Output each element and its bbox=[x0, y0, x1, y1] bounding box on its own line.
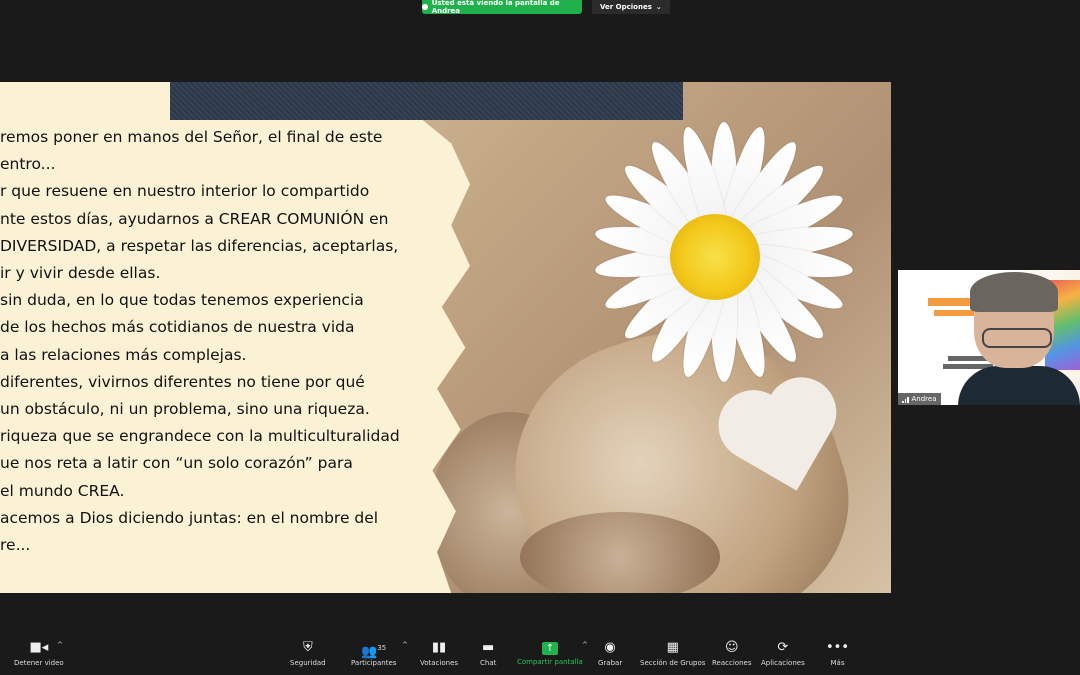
slide-top-bar bbox=[170, 82, 683, 120]
slide-line: sin duda, en lo que todas tenemos experi… bbox=[0, 291, 364, 310]
polls-button[interactable]: ▮▮ Votaciones bbox=[420, 633, 458, 675]
more-dots-icon: ••• bbox=[826, 640, 850, 655]
chevron-down-icon: ⌄ bbox=[655, 3, 662, 11]
video-camera-icon: ■◂ bbox=[29, 640, 49, 655]
slide-line: el mundo CREA. bbox=[0, 481, 125, 500]
share-arrow-icon: ↑ bbox=[541, 642, 558, 655]
slide-line: diferentes, vivirnos diferentes no tiene… bbox=[0, 372, 365, 391]
participant-video-thumbnail[interactable]: Andrea bbox=[898, 270, 1080, 405]
slide-line: ir y vivir desde ellas. bbox=[0, 264, 161, 283]
share-options-chevron-icon[interactable]: ^ bbox=[582, 641, 588, 649]
participant-name-tag: Andrea bbox=[898, 393, 941, 405]
slide-line: a las relaciones más complejas. bbox=[0, 345, 247, 364]
slide-line: ue nos reta a latir con “un solo corazón… bbox=[0, 454, 353, 473]
participant-glasses bbox=[982, 328, 1052, 348]
view-options-button[interactable]: Ver Opciones ⌄ bbox=[592, 0, 670, 14]
more-button[interactable]: ••• Más bbox=[826, 633, 849, 675]
slide-line: de los hechos más cotidianos de nuestra … bbox=[0, 318, 355, 337]
slide-text: remos poner en manos del Señor, el final… bbox=[0, 124, 427, 559]
thumb-slide-subtitle bbox=[934, 310, 974, 316]
participant-name: Andrea bbox=[911, 395, 937, 403]
daisy-center bbox=[670, 214, 760, 300]
daisy-flower-image bbox=[575, 122, 865, 392]
grid-icon: ▦ bbox=[666, 640, 679, 655]
view-options-label: Ver Opciones bbox=[600, 3, 652, 11]
slide-line: entro... bbox=[0, 155, 56, 174]
bar-chart-icon: ▮▮ bbox=[431, 640, 447, 655]
reactions-button[interactable]: ☺ Reacciones bbox=[712, 633, 751, 675]
smiley-icon: ☺ bbox=[724, 640, 739, 655]
participant-body bbox=[958, 366, 1080, 405]
shared-slide: remos poner en manos del Señor, el final… bbox=[0, 82, 891, 593]
share-screen-button[interactable]: ↑ Compartir pantalla bbox=[517, 633, 583, 675]
slide-line: nte estos días, ayudarnos a CREAR COMUNI… bbox=[0, 209, 389, 228]
meeting-toolbar: ■◂ Detener video ^ ⛨ Seguridad 👥35 Parti… bbox=[0, 633, 1080, 675]
participants-options-chevron-icon[interactable]: ^ bbox=[402, 641, 408, 649]
participants-button[interactable]: 👥35 Participantes bbox=[351, 633, 396, 675]
participants-count: 35 bbox=[377, 644, 387, 652]
slide-line: DIVERSIDAD, a respetar las diferencias, … bbox=[0, 236, 399, 255]
slide-line: acemos a Dios diciendo juntas: en el nom… bbox=[0, 508, 379, 527]
shield-icon: ⛨ bbox=[302, 640, 313, 655]
signal-bars-icon bbox=[902, 396, 909, 403]
breakout-rooms-button[interactable]: ▦ Sección de Grupos bbox=[640, 633, 705, 675]
video-options-chevron-icon[interactable]: ^ bbox=[57, 641, 63, 649]
slide-line: un obstáculo, ni un problema, sino una r… bbox=[0, 400, 370, 419]
slide-line: re... bbox=[0, 536, 31, 555]
screen-share-banner: Usted está viendo la pantalla de Andrea bbox=[422, 0, 582, 15]
banner-text: Usted está viendo la pantalla de Andrea bbox=[431, 0, 560, 15]
record-button[interactable]: ◉ Grabar bbox=[598, 633, 622, 675]
slide-line: riqueza que se engrandece con la multicu… bbox=[0, 427, 400, 446]
wood-heart-decoration bbox=[520, 512, 720, 593]
apps-button[interactable]: ⟳ Aplicaciones bbox=[761, 633, 805, 675]
stop-video-button[interactable]: ■◂ Detener video bbox=[14, 633, 64, 675]
security-button[interactable]: ⛨ Seguridad bbox=[290, 633, 326, 675]
share-status-icon bbox=[422, 4, 428, 10]
chat-bubble-icon: ▬ bbox=[482, 640, 495, 655]
slide-line: remos poner en manos del Señor, el final… bbox=[0, 128, 383, 146]
participant-hair bbox=[970, 272, 1058, 312]
apps-icon: ⟳ bbox=[777, 640, 789, 655]
people-icon: 👥35 bbox=[361, 644, 387, 660]
record-icon: ◉ bbox=[604, 640, 616, 655]
slide-line: r que resuene en nuestro interior lo com… bbox=[0, 182, 370, 201]
chat-button[interactable]: ▬ Chat bbox=[480, 633, 496, 675]
